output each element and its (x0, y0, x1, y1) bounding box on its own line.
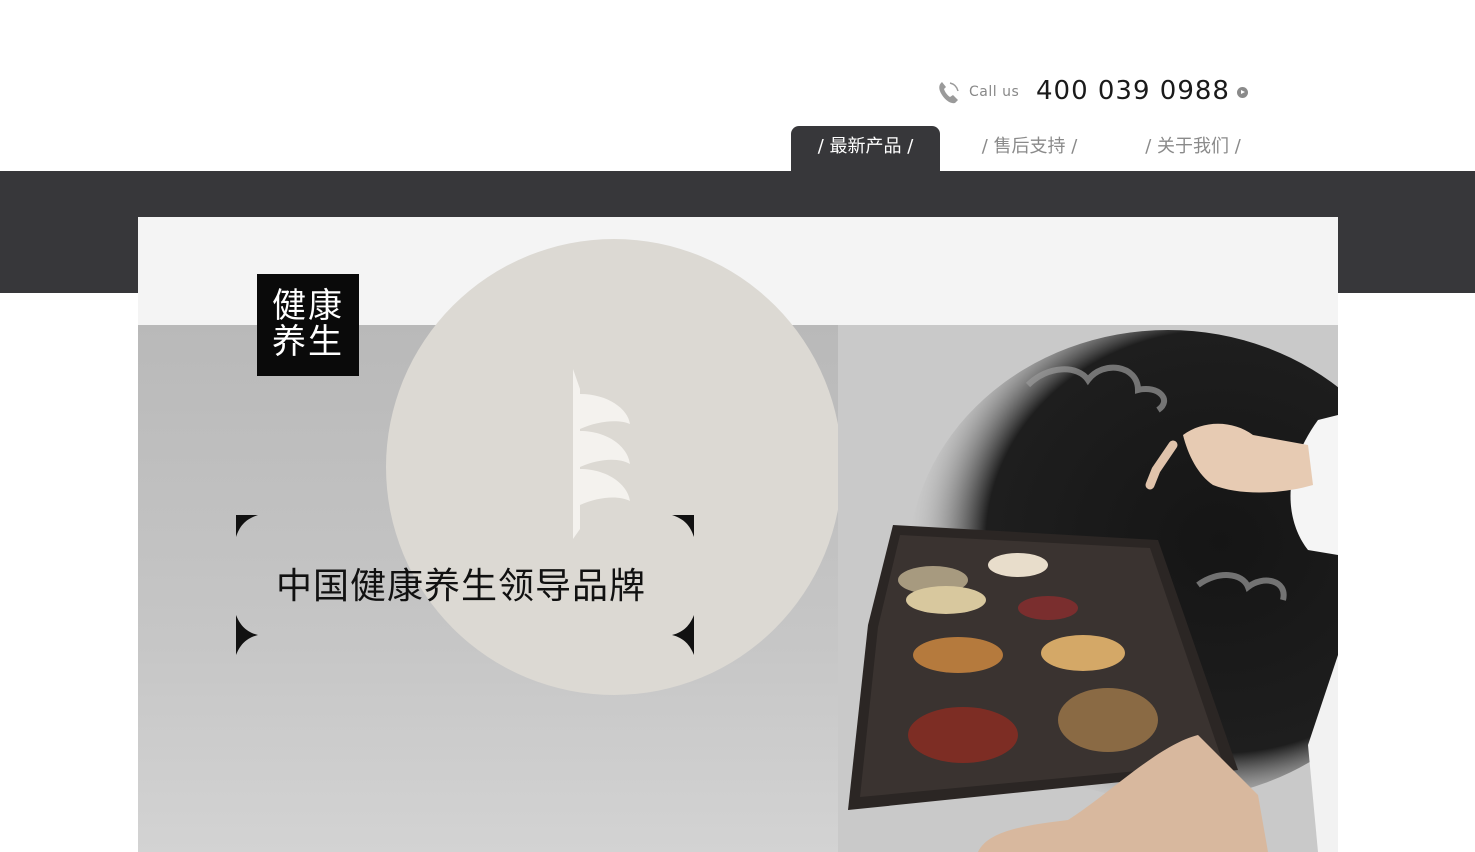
ornament-icon (573, 369, 630, 539)
hero-banner[interactable]: 健康 养生 中国健康养生领导品牌 (138, 217, 1338, 852)
phone-number[interactable]: 400 039 0988 (1036, 76, 1230, 106)
logo-line-2: 养生 (272, 322, 344, 362)
tab-about-us[interactable]: / 关于我们 / (1116, 126, 1270, 171)
contact-bar: Call us 400 039 0988 (936, 76, 1256, 110)
call-us-label: Call us (969, 84, 1020, 100)
tab-latest-products[interactable]: / 最新产品 / (791, 126, 940, 171)
phone-icon (939, 82, 959, 104)
tab-after-sales-support[interactable]: / 售后支持 / (952, 126, 1107, 171)
arrow-right-icon[interactable] (1237, 87, 1248, 98)
herbal-tray-image (838, 325, 1338, 852)
hero-slogan: 中国健康养生领导品牌 (276, 566, 647, 607)
logo-line-1: 健康 (272, 286, 344, 326)
brand-logo[interactable]: 健康 养生 (257, 274, 359, 376)
